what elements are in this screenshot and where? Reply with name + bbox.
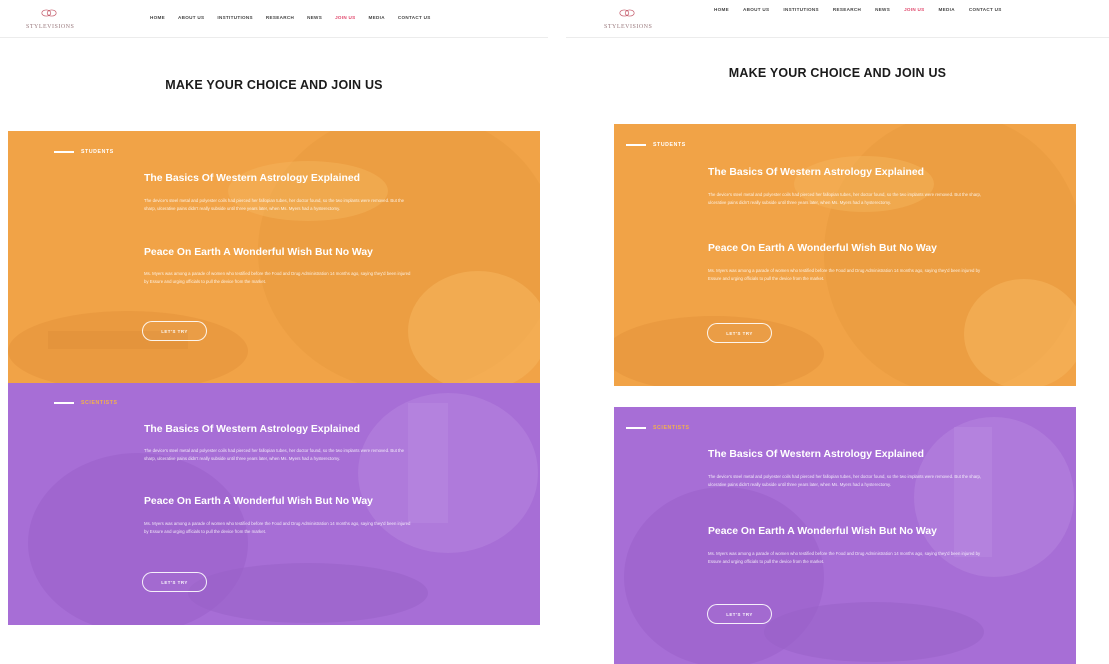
article-body: Ms. Myers was among a parade of women wh… [144,271,411,284]
section-label-text: STUDENTS [81,149,114,155]
nav-item-contact-us[interactable]: CONTACT US [398,15,431,20]
article-body: The device's steel metal and polyester c… [144,448,404,461]
article-title: Peace On Earth A Wonderful Wish But No W… [708,526,937,537]
nav-item-join-us[interactable]: JOIN US [904,7,924,12]
scientists-section: SCIENTISTS The Basics Of Western Astrolo… [614,407,1076,664]
nav-item-media[interactable]: MEDIA [939,7,955,12]
students-section: STUDENTS The Basics Of Western Astrology… [8,131,540,383]
article-title: The Basics Of Western Astrology Explaine… [708,449,924,460]
nav-item-home[interactable]: HOME [714,7,729,12]
lets-try-button[interactable]: LET'S TRY [142,321,207,341]
article-body: The device's steel metal and polyester c… [708,192,982,205]
article-title: Peace On Earth A Wonderful Wish But No W… [708,243,937,254]
students-section: STUDENTS The Basics Of Western Astrology… [614,124,1076,386]
article-body: Ms. Myers was among a parade of women wh… [144,521,411,534]
article-body: Ms. Myers was among a parade of women wh… [708,268,981,281]
scientists-section: SCIENTISTS The Basics Of Western Astrolo… [8,383,540,625]
article-title: Peace On Earth A Wonderful Wish But No W… [144,247,373,258]
label-line [54,402,74,404]
page-title: MAKE YOUR CHOICE AND JOIN US [165,78,383,92]
nav-item-institutions[interactable]: INSTITUTIONS [783,7,819,12]
students-content: STUDENTS The Basics Of Western Astrology… [614,124,1076,386]
article-title: The Basics Of Western Astrology Explaine… [708,167,924,178]
lets-try-button[interactable]: LET'S TRY [142,572,207,592]
label-line [626,144,646,146]
article-title: The Basics Of Western Astrology Explaine… [144,173,360,184]
section-label: SCIENTISTS [54,400,118,406]
section-label: STUDENTS [626,142,686,148]
page-title: MAKE YOUR CHOICE AND JOIN US [728,66,947,80]
nav-item-research[interactable]: RESEARCH [266,15,294,20]
nav-item-media[interactable]: MEDIA [369,15,385,20]
logo-mark-icon [41,9,57,17]
section-label-text: STUDENTS [653,142,686,148]
site-logo[interactable]: STYLEVISIONS [604,8,653,30]
students-content: STUDENTS The Basics Of Western Astrology… [8,131,540,383]
nav-item-home[interactable]: HOME [150,15,165,20]
page-variant-left: STYLEVISIONS HOME ABOUT US INSTITUTIONS … [0,0,548,664]
section-label-text: SCIENTISTS [653,425,690,431]
label-line [626,427,646,429]
site-header: STYLEVISIONS HOME ABOUT US INSTITUTIONS … [0,0,548,38]
section-label: SCIENTISTS [626,425,690,431]
lets-try-button[interactable]: LET'S TRY [707,323,772,343]
logo-text: STYLEVISIONS [26,24,75,30]
page-variant-right: STYLEVISIONS HOME ABOUT US INSTITUTIONS … [566,0,1109,664]
scientists-content: SCIENTISTS The Basics Of Western Astrolo… [8,383,540,625]
site-logo[interactable]: STYLEVISIONS [26,8,75,30]
nav-item-research[interactable]: RESEARCH [833,7,861,12]
main-nav: HOME ABOUT US INSTITUTIONS RESEARCH NEWS… [150,15,431,20]
nav-item-join-us[interactable]: JOIN US [335,15,355,20]
site-header: STYLEVISIONS HOME ABOUT US INSTITUTIONS … [566,0,1109,38]
section-label: STUDENTS [54,149,114,155]
article-body: The device's steel metal and polyester c… [708,474,982,487]
nav-item-contact-us[interactable]: CONTACT US [969,7,1002,12]
nav-item-news[interactable]: NEWS [307,15,322,20]
nav-item-institutions[interactable]: INSTITUTIONS [217,15,253,20]
lets-try-button[interactable]: LET'S TRY [707,604,772,624]
nav-item-about-us[interactable]: ABOUT US [743,7,769,12]
article-title: The Basics Of Western Astrology Explaine… [144,424,360,435]
article-body: The device's steel metal and polyester c… [144,198,404,211]
nav-item-news[interactable]: NEWS [875,7,890,12]
nav-item-about-us[interactable]: ABOUT US [178,15,204,20]
logo-mark-icon [619,9,635,17]
article-title: Peace On Earth A Wonderful Wish But No W… [144,496,373,507]
label-line [54,151,74,153]
main-nav: HOME ABOUT US INSTITUTIONS RESEARCH NEWS… [714,7,1002,12]
article-body: Ms. Myers was among a parade of women wh… [708,551,981,564]
logo-text: STYLEVISIONS [604,24,653,30]
section-label-text: SCIENTISTS [81,400,118,406]
scientists-content: SCIENTISTS The Basics Of Western Astrolo… [614,407,1076,664]
